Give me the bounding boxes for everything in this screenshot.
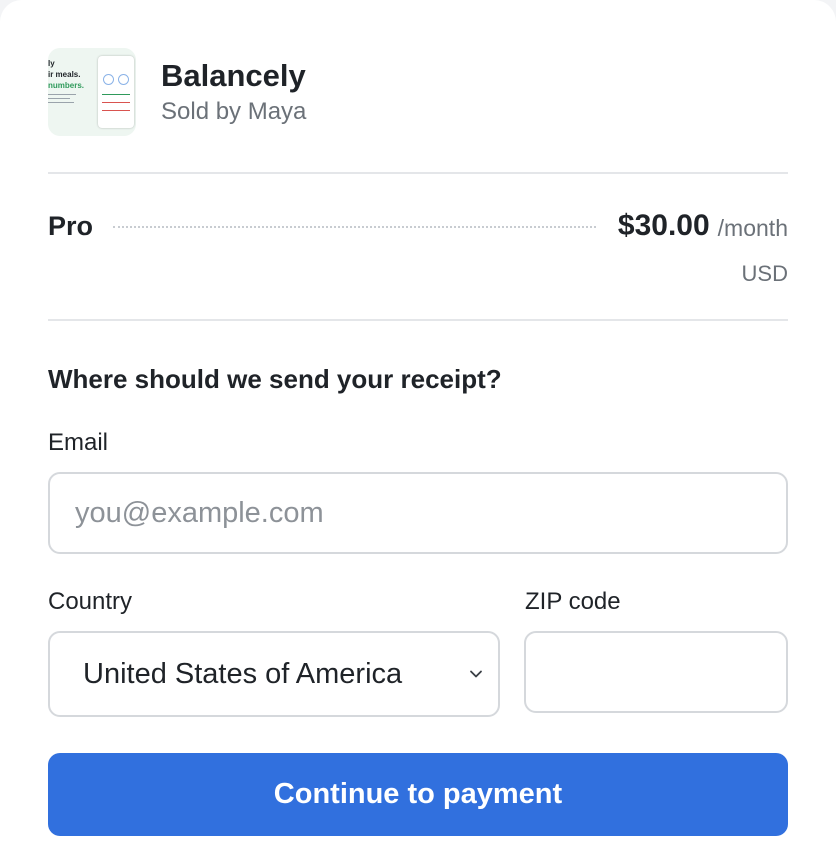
email-field[interactable] [50, 474, 786, 552]
currency-code: USD [741, 261, 788, 286]
checkout-card: ly ir meals. numbers. Balancely Sold by … [0, 0, 836, 854]
dotted-leader [113, 226, 596, 228]
chevron-down-icon [470, 670, 482, 678]
continue-to-payment-button[interactable]: Continue to payment [48, 753, 788, 836]
thumbnail-line-1: ly [48, 59, 55, 68]
zip-code-field[interactable] [526, 633, 786, 711]
product-thumbnail: ly ir meals. numbers. [48, 48, 136, 136]
thumbnail-phone-mockup [98, 56, 134, 128]
zip-field-wrapper [524, 631, 788, 713]
plan-row: Pro $30.00 /month [48, 204, 788, 248]
product-name: Balancely [161, 58, 306, 93]
country-label: Country [48, 588, 133, 615]
email-field-wrapper [48, 472, 788, 554]
plan-price: $30.00 [617, 209, 710, 242]
product-info: Balancely Sold by Maya [161, 56, 306, 128]
product-header: ly ir meals. numbers. Balancely Sold by … [48, 48, 788, 136]
email-label: Email [48, 429, 109, 456]
divider [48, 319, 788, 321]
country-selected-value: United States of America [83, 657, 403, 690]
billing-period: /month [717, 214, 788, 241]
divider [48, 172, 788, 174]
thumbnail-preview-text: ly ir meals. numbers. [48, 58, 94, 103]
receipt-heading: Where should we send your receipt? [48, 364, 502, 394]
thumbnail-line-3: numbers. [48, 81, 85, 90]
plan-name: Pro [48, 210, 94, 241]
thumbnail-line-2: ir meals. [48, 70, 81, 79]
seller-name: Sold by Maya [161, 98, 307, 125]
country-select[interactable]: United States of America [48, 631, 500, 717]
zip-label: ZIP code [525, 588, 621, 615]
